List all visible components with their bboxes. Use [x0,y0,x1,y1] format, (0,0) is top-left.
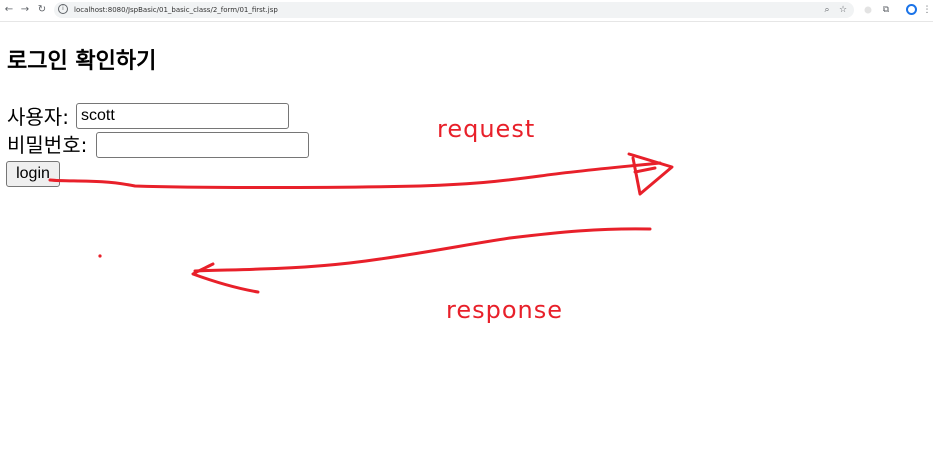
response-arrow-shaft [193,227,652,273]
request-arrow-shaft [48,161,662,189]
request-arrow-head [627,152,674,196]
annotation-ink [48,152,674,294]
ink-dot [98,254,102,258]
